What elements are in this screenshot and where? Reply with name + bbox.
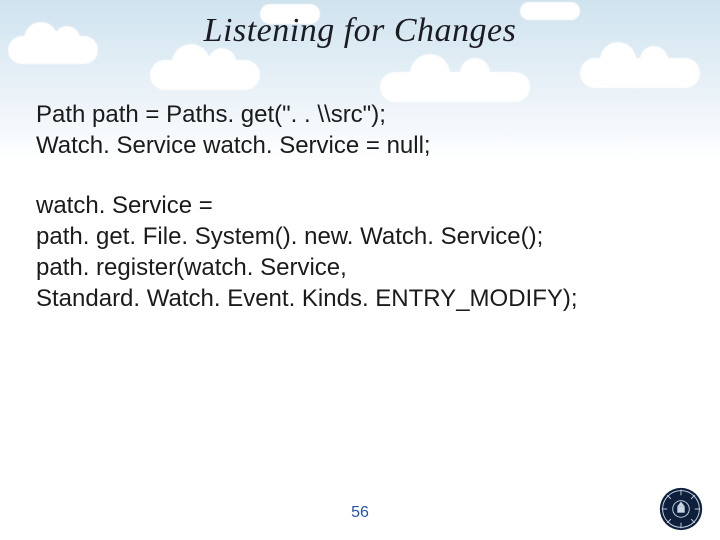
slide-title: Listening for Changes: [0, 12, 720, 49]
code-line: path. register(watch. Service,: [36, 253, 700, 284]
cloud-decoration: [150, 60, 260, 90]
code-line: Path path = Paths. get(". . \\src");: [36, 100, 700, 131]
page-number: 56: [0, 504, 720, 522]
code-line: watch. Service =: [36, 191, 700, 222]
code-block: Path path = Paths. get(". . \\src"); Wat…: [36, 100, 700, 314]
university-seal-icon: [658, 486, 704, 532]
slide: Listening for Changes Path path = Paths.…: [0, 0, 720, 540]
cloud-decoration: [380, 72, 530, 102]
code-line: Standard. Watch. Event. Kinds. ENTRY_MOD…: [36, 284, 700, 315]
code-line: path. get. File. System(). new. Watch. S…: [36, 222, 700, 253]
cloud-decoration: [580, 58, 700, 88]
code-line: Watch. Service watch. Service = null;: [36, 131, 700, 162]
